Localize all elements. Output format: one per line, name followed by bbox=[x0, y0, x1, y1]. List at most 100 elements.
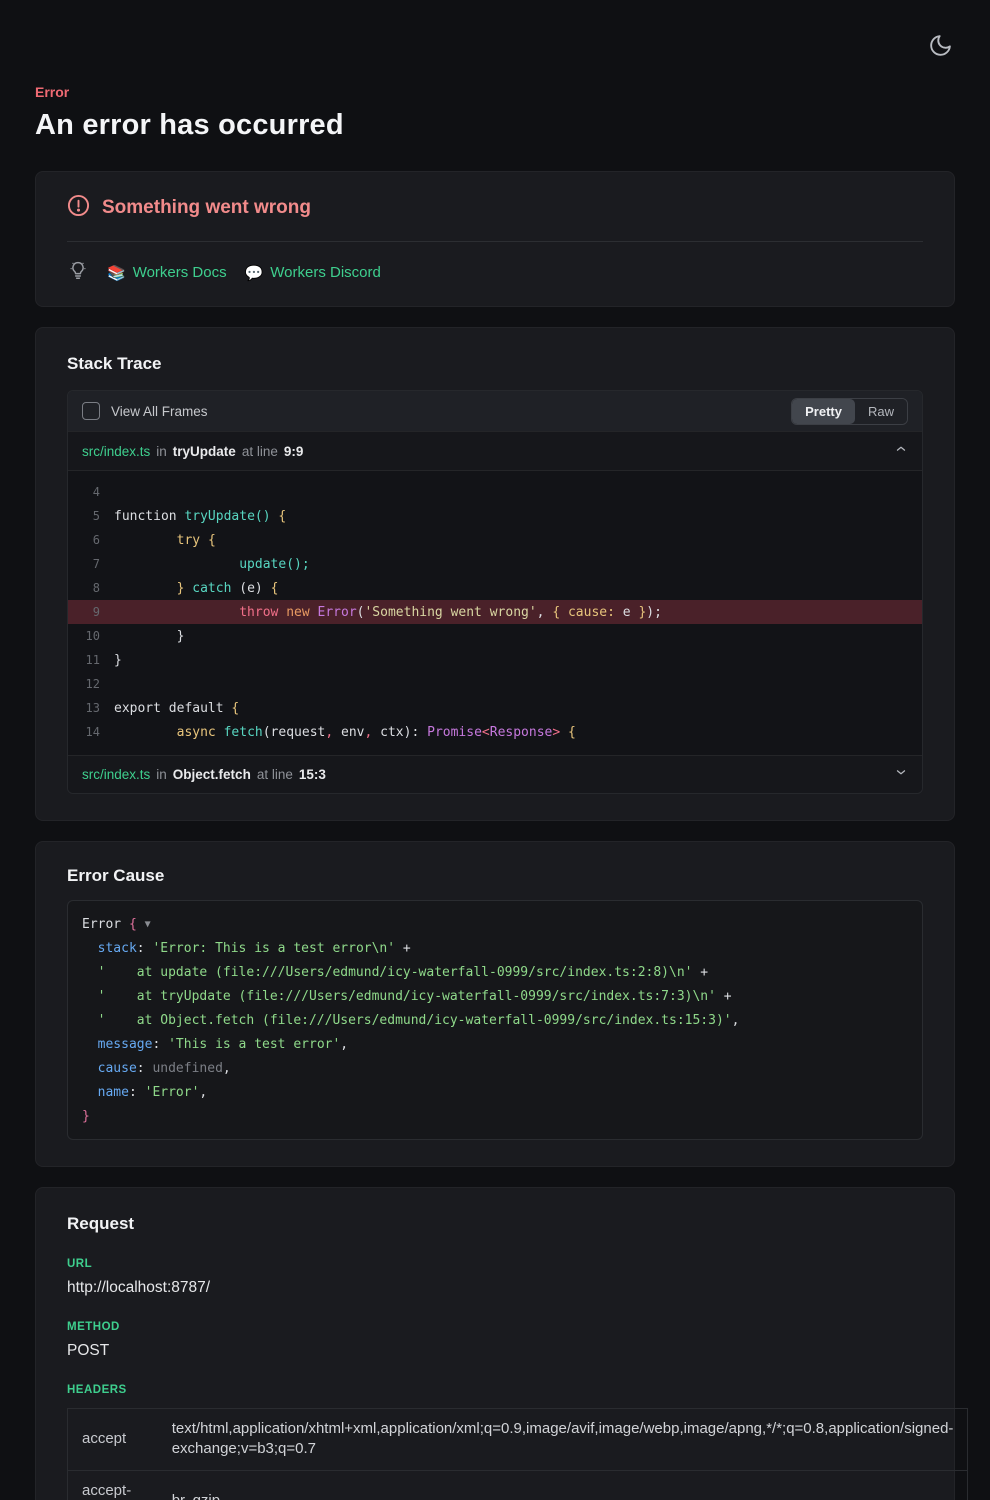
line-number: 7 bbox=[68, 557, 114, 571]
frame-file: src/index.ts bbox=[82, 444, 150, 459]
frame-meta: src/index.ts in tryUpdate at line 9:9 bbox=[82, 444, 303, 459]
frame-in-label: in bbox=[156, 767, 167, 782]
frame-at-label: at line bbox=[242, 444, 278, 459]
headers-label: HEADERS bbox=[67, 1384, 923, 1396]
frame-file: src/index.ts bbox=[82, 767, 150, 782]
workers-discord-label: Workers Discord bbox=[270, 264, 381, 281]
cause-line: name: 'Error', bbox=[82, 1080, 908, 1104]
workers-docs-label: Workers Docs bbox=[133, 264, 227, 281]
code-line: 7 update(); bbox=[68, 552, 922, 576]
header-row: accepttext/html,application/xhtml+xml,ap… bbox=[68, 1409, 968, 1471]
line-code: try { bbox=[114, 533, 216, 548]
frame-meta: src/index.ts in Object.fetch at line 15:… bbox=[82, 767, 326, 782]
alert-panel: Something went wrong 📚 Workers Docs 💬 Wo… bbox=[35, 171, 955, 307]
stack-trace-panel: Stack Trace View All Frames Pretty Raw s… bbox=[35, 327, 955, 821]
header-key: accept-encoding bbox=[68, 1470, 158, 1500]
code-line: 4 bbox=[68, 480, 922, 504]
frame-location: 15:3 bbox=[299, 767, 326, 782]
error-page: Error An error has occurred Something we… bbox=[0, 0, 990, 1500]
frame-location: 9:9 bbox=[284, 444, 304, 459]
workers-discord-link[interactable]: 💬 Workers Discord bbox=[245, 264, 381, 282]
stack-trace-title: Stack Trace bbox=[67, 354, 923, 374]
header-key: accept bbox=[68, 1409, 158, 1471]
page-title: An error has occurred bbox=[35, 109, 955, 142]
line-code: } catch (e) { bbox=[114, 581, 278, 596]
code-line: 8 } catch (e) { bbox=[68, 576, 922, 600]
page-heading: Error An error has occurred bbox=[35, 84, 955, 142]
cause-line: ' at tryUpdate (file:///Users/edmund/icy… bbox=[82, 984, 908, 1008]
cause-line: cause: undefined, bbox=[82, 1056, 908, 1080]
url-label: URL bbox=[67, 1258, 923, 1270]
line-number: 11 bbox=[68, 653, 114, 667]
line-number: 8 bbox=[68, 581, 114, 595]
method-label: METHOD bbox=[67, 1321, 923, 1333]
request-panel: Request URL http://localhost:8787/ METHO… bbox=[35, 1187, 955, 1500]
view-all-frames-label: View All Frames bbox=[111, 404, 208, 419]
line-code: throw new Error('Something went wrong', … bbox=[114, 605, 662, 620]
error-cause-panel: Error Cause Error { ▼ stack: 'Error: Thi… bbox=[35, 841, 955, 1167]
trace-box: View All Frames Pretty Raw src/index.ts … bbox=[67, 390, 923, 794]
header-value: br, gzip bbox=[158, 1470, 968, 1500]
code-line: 13export default { bbox=[68, 696, 922, 720]
request-title: Request bbox=[67, 1214, 923, 1234]
cause-line: ' at update (file:///Users/edmund/icy-wa… bbox=[82, 960, 908, 984]
header-row: accept-encodingbr, gzip bbox=[68, 1470, 968, 1500]
code-line: 5function tryUpdate() { bbox=[68, 504, 922, 528]
cause-line: stack: 'Error: This is a test error\n' + bbox=[82, 936, 908, 960]
line-number: 14 bbox=[68, 725, 114, 739]
moon-icon bbox=[928, 33, 953, 58]
alert-title-row: Something went wrong bbox=[67, 194, 923, 222]
frame-function: tryUpdate bbox=[173, 444, 236, 459]
cause-line: Error { ▼ bbox=[82, 912, 908, 936]
chevron-down-icon bbox=[894, 765, 908, 784]
checkbox-unchecked[interactable] bbox=[82, 402, 100, 420]
alert-circle-icon bbox=[67, 194, 90, 222]
cause-line: ' at Object.fetch (file:///Users/edmund/… bbox=[82, 1008, 908, 1032]
code-line: 12 bbox=[68, 672, 922, 696]
line-number: 12 bbox=[68, 677, 114, 691]
stack-frame-header-expanded[interactable]: src/index.ts in tryUpdate at line 9:9 bbox=[68, 431, 922, 471]
line-code: async fetch(request, env, ctx): Promise<… bbox=[114, 725, 576, 740]
code-line: 11} bbox=[68, 648, 922, 672]
alert-message: Something went wrong bbox=[102, 197, 311, 219]
trace-toolbar: View All Frames Pretty Raw bbox=[68, 391, 922, 431]
cause-line: message: 'This is a test error', bbox=[82, 1032, 908, 1056]
line-code: update(); bbox=[114, 557, 310, 572]
line-code: function tryUpdate() { bbox=[114, 509, 286, 524]
frame-at-label: at line bbox=[257, 767, 293, 782]
headers-table: accepttext/html,application/xhtml+xml,ap… bbox=[67, 1408, 968, 1500]
error-kind-label: Error bbox=[35, 84, 955, 100]
alert-links-row: 📚 Workers Docs 💬 Workers Discord bbox=[67, 242, 923, 286]
format-segmented-control: Pretty Raw bbox=[791, 398, 908, 425]
url-value: http://localhost:8787/ bbox=[67, 1279, 923, 1297]
speech-balloon-emoji-icon: 💬 bbox=[245, 264, 264, 282]
theme-toggle-button[interactable] bbox=[926, 30, 955, 60]
line-code: } bbox=[114, 653, 122, 668]
code-line-highlighted: 9 throw new Error('Something went wrong'… bbox=[68, 600, 922, 624]
view-all-frames-toggle[interactable]: View All Frames bbox=[82, 402, 208, 420]
pretty-button[interactable]: Pretty bbox=[792, 399, 855, 424]
line-code: } bbox=[114, 629, 184, 644]
frame-in-label: in bbox=[156, 444, 167, 459]
line-number: 5 bbox=[68, 509, 114, 523]
raw-button[interactable]: Raw bbox=[855, 399, 907, 424]
chevron-up-icon bbox=[894, 442, 908, 461]
frame-function: Object.fetch bbox=[173, 767, 251, 782]
error-cause-code: Error { ▼ stack: 'Error: This is a test … bbox=[67, 900, 923, 1140]
lightbulb-icon bbox=[67, 259, 89, 286]
top-bar bbox=[35, 30, 955, 60]
line-code: export default { bbox=[114, 701, 239, 716]
code-block: 45function tryUpdate() {6 try {7 update(… bbox=[68, 471, 922, 755]
line-number: 4 bbox=[68, 485, 114, 499]
code-line: 6 try { bbox=[68, 528, 922, 552]
code-line: 10 } bbox=[68, 624, 922, 648]
line-number: 10 bbox=[68, 629, 114, 643]
workers-docs-link[interactable]: 📚 Workers Docs bbox=[107, 264, 227, 282]
code-line: 14 async fetch(request, env, ctx): Promi… bbox=[68, 720, 922, 744]
line-number: 9 bbox=[68, 605, 114, 619]
error-cause-title: Error Cause bbox=[67, 866, 923, 886]
line-number: 13 bbox=[68, 701, 114, 715]
books-emoji-icon: 📚 bbox=[107, 264, 126, 282]
stack-frame-header-collapsed[interactable]: src/index.ts in Object.fetch at line 15:… bbox=[68, 755, 922, 793]
cause-line: } bbox=[82, 1104, 908, 1128]
